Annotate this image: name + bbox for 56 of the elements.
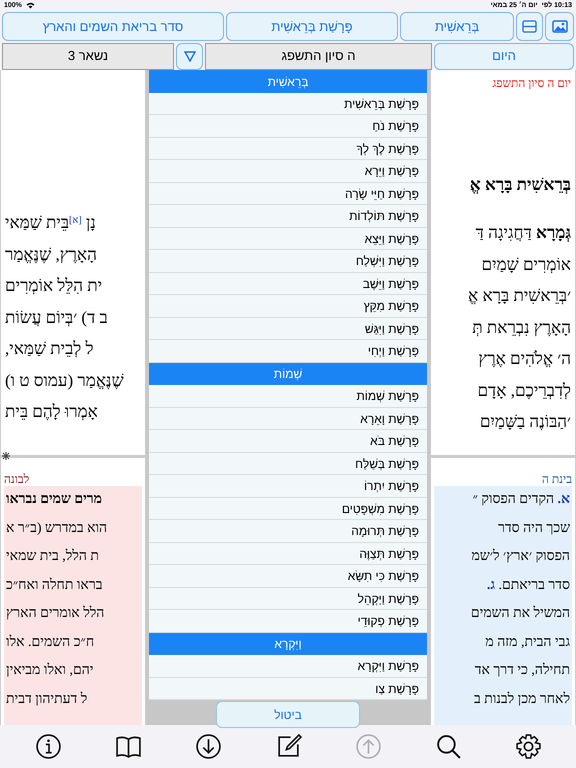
- remaining-field: נשאר 3: [2, 42, 174, 70]
- commentary-line: ת הלל, בית שמאי: [6, 548, 100, 566]
- text-line: הָאָרֶץ נִבְרֵאת תְּ: [471, 316, 571, 339]
- text-line: שֶׁנֶּאֱמַר (עמוס ט ו): [5, 370, 125, 392]
- text-line: אָמְרוּ לָהֶם בֵּית: [5, 401, 99, 424]
- section-header: וַיִּקְרָא: [149, 632, 427, 656]
- text-line: ית הִלֵּל אוֹמְרִים: [5, 275, 104, 298]
- commentary-title: לבונה: [4, 471, 30, 486]
- text-line: לְדִבְרֵיכֶם, אָדָם: [476, 380, 571, 402]
- commentary-line: הוא במדרש (ב״ר א: [6, 520, 108, 538]
- text-line: הָאָרֶץ, שֶׁנֶּאֱמַר: [5, 244, 98, 266]
- commentary-title: בינת ה: [540, 471, 572, 486]
- commentary-line: תחילה, כי דרך אד: [474, 662, 570, 680]
- image-icon: [552, 20, 568, 33]
- header-button[interactable]: פָּרָשַׁת בְּרֵאשִׁית: [226, 12, 398, 41]
- commentary-line: בראו תחלה ואח״כ: [6, 576, 104, 595]
- settings-icon[interactable]: [514, 733, 542, 760]
- info-icon[interactable]: [34, 733, 62, 760]
- text-line: ל לְבֵית שַׁמַּאי,: [5, 338, 94, 360]
- text-line: נָן $^{[א]}$בֵּית שַׁמַּאי: [5, 212, 97, 234]
- text-line: ב ד) ׳בְּיוֹם עֲשׂוֹת: [5, 306, 109, 329]
- search-icon[interactable]: [434, 733, 462, 760]
- commentary-line: לאחר מכן לבנות ב: [472, 690, 570, 709]
- text-line: ה׳ אֱלֹהִים אֶרֶץ: [477, 348, 571, 370]
- wifi-icon: [26, 2, 35, 10]
- date-field[interactable]: ה סיון התשפג: [205, 42, 432, 70]
- commentary-line: א. הקדים הפסוק ״: [472, 491, 570, 510]
- today-button[interactable]: היום: [434, 42, 574, 70]
- section-header: שְׁמוֹת: [149, 362, 427, 386]
- commentary-line: ל דעתיהון דבית: [6, 690, 88, 709]
- header-button[interactable]: בְּרֵאשִׁית: [400, 12, 514, 41]
- split-view-icon: [522, 20, 537, 33]
- commentary-line: הלל אומרים הארץ: [6, 604, 106, 624]
- commentary-line: שכך היה סדר: [497, 520, 570, 538]
- cancel-button[interactable]: ביטול: [216, 701, 360, 728]
- text-line: ׳בְּרֵאשִׁית בָּרָא אֱ: [467, 285, 571, 308]
- text-line: אוֹמְרִים שָׁמַיִם: [480, 254, 571, 276]
- commentary-line: מרים שמים נבראו: [6, 491, 103, 510]
- commentary-line: סדר בריאתם. ג.: [486, 576, 570, 595]
- verse-heading: בְּרֵאשִׁית בָּרָא אֱ: [468, 174, 571, 196]
- date-heading: יום ה סיון התשפג: [491, 75, 571, 92]
- header-button[interactable]: סדר בריאת השמים והארץ: [2, 12, 224, 41]
- down-arrow-circle-icon[interactable]: [194, 733, 222, 760]
- image-button[interactable]: [545, 12, 574, 41]
- text-line: ׳הַבּוֹנֶה בַשָּׁמַיִם: [478, 411, 571, 434]
- resize-handle-icon: [2, 452, 10, 460]
- triangle-icon: [184, 50, 196, 62]
- commentary-line: גבי הבית, מזה מ: [484, 634, 570, 652]
- commentary-line: הפסוק ׳ארץ׳ ל׳שמ: [470, 548, 570, 566]
- section-header: בְּרֵאשִׁית: [149, 70, 427, 93]
- commentary-line: יהם, ואלו מביאין: [6, 662, 94, 680]
- text-line: גְּמָרָא דַּחֲגִיגָה דַּ: [474, 222, 571, 244]
- commentary-line: המשיל את השמים: [470, 604, 570, 624]
- layout-button[interactable]: [516, 12, 543, 41]
- commentary-line: ח״כ השמים. אלו: [6, 634, 96, 652]
- filter-button[interactable]: [176, 42, 203, 70]
